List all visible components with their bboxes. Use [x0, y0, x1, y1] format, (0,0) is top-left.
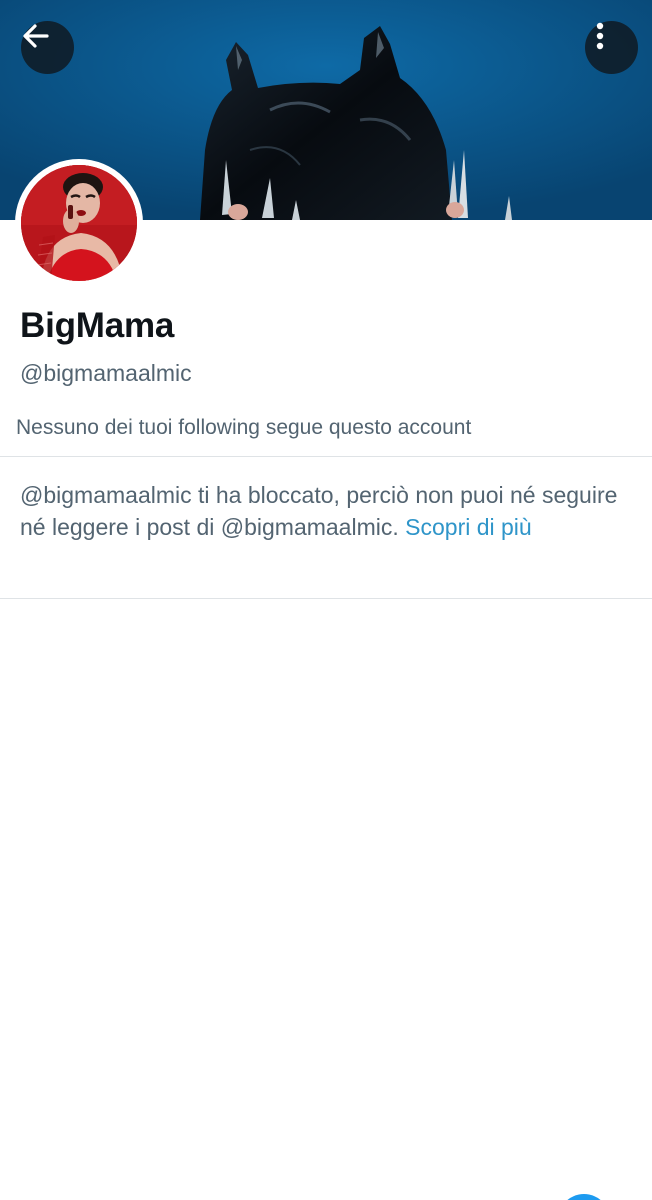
divider: [0, 456, 652, 457]
learn-more-link[interactable]: Scopri di più: [405, 514, 532, 540]
more-options-button[interactable]: [585, 21, 638, 74]
vertical-dots-icon: [596, 22, 604, 50]
avatar-image: [21, 165, 137, 281]
display-name: BigMama: [20, 306, 175, 345]
avatar[interactable]: [15, 159, 143, 287]
profile-handle: @bigmamaalmic: [20, 360, 192, 386]
back-button[interactable]: [21, 21, 74, 74]
profile-page: BigMama @bigmamaalmic Nessuno dei tuoi f…: [0, 0, 652, 1200]
arrow-left-icon: [23, 24, 49, 48]
divider: [0, 598, 652, 599]
blocked-notice: @bigmamaalmic ti ha bloccato, perciò non…: [20, 479, 632, 543]
followers-you-know-text[interactable]: Nessuno dei tuoi following segue questo …: [16, 416, 471, 440]
compose-fab[interactable]: [558, 1194, 610, 1200]
